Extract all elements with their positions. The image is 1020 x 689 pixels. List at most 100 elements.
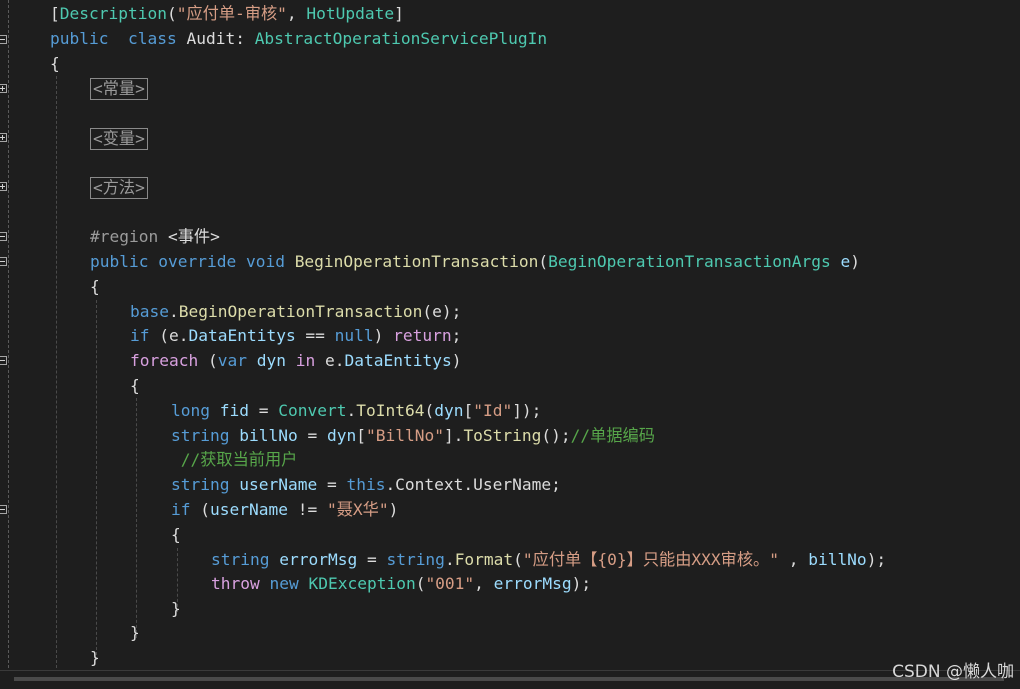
code-token: =	[357, 550, 387, 569]
code-line: }	[90, 646, 100, 670]
code-token: public	[50, 29, 109, 48]
expand-methods-icon[interactable]	[0, 182, 7, 191]
code-token: {	[171, 525, 181, 544]
code-token: HotUpdate	[306, 4, 395, 23]
scrollbar-thumb[interactable]	[14, 677, 1004, 681]
horizontal-scrollbar[interactable]	[0, 670, 1020, 689]
code-line: public class Audit: AbstractOperationSer…	[50, 27, 547, 51]
code-line: }	[171, 597, 181, 621]
code-line: foreach (var dyn in e.DataEntitys)	[130, 349, 461, 373]
code-token: Format	[454, 550, 514, 569]
code-token: )	[451, 351, 462, 370]
code-token: string	[171, 426, 230, 445]
indent-guide	[136, 398, 137, 638]
code-line: if (e.DataEntitys == null) return;	[130, 324, 461, 348]
code-token: long	[171, 401, 210, 420]
code-token: .Context.UserName;	[385, 475, 561, 494]
code-token: billNo	[808, 550, 867, 569]
code-token: var	[217, 351, 247, 370]
code-token: ToString	[463, 426, 542, 445]
code-token: base	[130, 302, 169, 321]
code-token: ]);	[512, 401, 542, 420]
collapse-class-icon[interactable]	[0, 35, 7, 44]
code-token: );	[571, 574, 592, 593]
code-token: =	[297, 426, 327, 445]
collapse-region-icon[interactable]	[0, 232, 7, 241]
code-token: foreach	[130, 351, 199, 370]
indent-guide	[56, 76, 57, 688]
code-token: string	[386, 550, 445, 569]
code-token: (e.	[149, 326, 189, 345]
code-token: "Id"	[473, 401, 513, 420]
collapsed-region-methods[interactable]: <方法>	[90, 177, 148, 199]
expand-constants-icon[interactable]	[0, 84, 7, 93]
code-token: (e);	[422, 302, 462, 321]
code-token: =	[248, 401, 279, 420]
collapsed-region-variables[interactable]: <变量>	[90, 128, 148, 150]
code-token: DataEntitys	[344, 351, 452, 370]
code-token: errorMsg	[493, 574, 572, 593]
code-token: (	[166, 4, 177, 23]
code-token: in	[295, 351, 316, 370]
code-token: =	[317, 475, 347, 494]
code-token: "应付单-审核"	[176, 4, 287, 23]
code-line: //获取当前用户	[171, 448, 298, 472]
code-token: //获取当前用户	[171, 450, 298, 469]
code-token: {	[130, 376, 140, 395]
code-line: {	[50, 52, 60, 76]
code-token: (	[198, 351, 218, 370]
code-token: e.	[315, 351, 345, 370]
code-token: }	[171, 599, 181, 618]
code-token: dyn	[434, 401, 464, 420]
code-token: (	[190, 500, 210, 519]
code-line: long fid = Convert.ToInt64(dyn["Id"]);	[171, 399, 541, 423]
code-token: //单据编码	[570, 426, 655, 445]
code-token: (	[424, 401, 435, 420]
code-token: string	[211, 550, 270, 569]
code-token: (	[415, 574, 426, 593]
code-token: void	[245, 252, 285, 271]
collapse-if-icon[interactable]	[0, 505, 7, 514]
code-token: [	[463, 401, 474, 420]
expand-variables-icon[interactable]	[0, 133, 7, 142]
code-token: Description	[59, 4, 167, 23]
code-token: !=	[287, 500, 327, 519]
code-token: BeginOperationTransactionArgs	[548, 252, 831, 271]
code-line: public override void BeginOperationTrans…	[90, 250, 860, 274]
collapsed-region-constants[interactable]: <常量>	[90, 78, 148, 100]
code-line: {	[90, 275, 100, 299]
code-token: )	[373, 326, 394, 345]
code-line: if (userName != "聂X华")	[171, 498, 398, 522]
code-token: Convert	[278, 401, 347, 420]
code-token: DataEntitys	[188, 326, 296, 345]
code-token: (	[513, 550, 523, 569]
code-token: throw	[211, 574, 260, 593]
code-token: string	[171, 475, 230, 494]
code-token: )	[850, 252, 860, 271]
code-line: string userName = this.Context.UserName;	[171, 473, 561, 497]
collapse-method-icon[interactable]	[0, 257, 7, 266]
code-token: override	[158, 252, 237, 271]
code-token: e	[840, 252, 851, 271]
collapse-foreach-icon[interactable]	[0, 356, 7, 365]
code-token: )	[388, 500, 399, 519]
outline-margin	[8, 0, 9, 688]
code-token: "应付单【{0}】只能由XXX审核。"	[522, 550, 779, 569]
code-line: [Description("应付单-审核", HotUpdate]	[50, 2, 404, 26]
code-token: errorMsg	[279, 550, 358, 569]
code-line: #region <事件>	[90, 225, 220, 249]
code-token: {	[90, 277, 100, 296]
code-token: Audit:	[176, 29, 255, 48]
code-line: {	[130, 374, 140, 398]
indent-guide	[96, 300, 97, 660]
code-token: dyn	[326, 426, 357, 445]
code-token: {	[50, 54, 60, 73]
code-token: <事件>	[167, 227, 220, 246]
code-token: ].	[443, 426, 464, 445]
code-token: }	[130, 623, 140, 642]
code-token: public	[90, 252, 149, 271]
code-token: ;	[451, 326, 462, 345]
watermark: CSDN @懒人咖	[892, 662, 1014, 682]
